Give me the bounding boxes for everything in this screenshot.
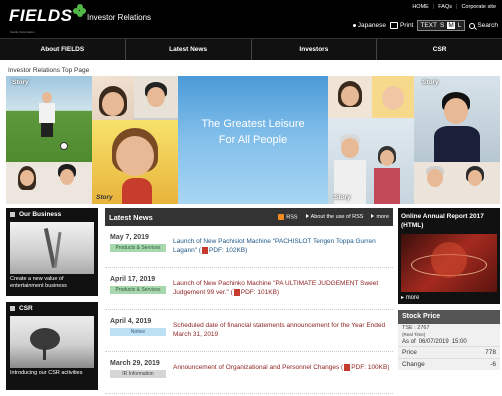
arrow-icon xyxy=(305,213,309,218)
pdf-icon xyxy=(233,288,240,296)
printer-icon xyxy=(390,22,398,29)
site-header: FIELDS Fields Corporation Investor Relat… xyxy=(0,0,502,38)
annual-report-more-link[interactable]: ▸ more xyxy=(401,294,419,301)
hero-photo-elder-couple[interactable] xyxy=(328,118,414,204)
hero-tagline-panel[interactable]: The Greatest Leisure For All People xyxy=(178,76,328,204)
our-business-box[interactable]: Our Business Create a new value of enter… xyxy=(6,208,98,296)
stock-price-panel: Stock Price TSE : 2767 (Real Time) As of… xyxy=(398,310,500,370)
corporate-site-link[interactable]: Corporate site xyxy=(461,4,496,10)
square-bullet-icon xyxy=(10,212,15,217)
news-item: March 29, 2019 IR Information Announceme… xyxy=(105,352,393,394)
hero-photo-seniors[interactable] xyxy=(414,162,500,204)
stock-change-row: Change -6 xyxy=(398,358,500,370)
nav-about-fields[interactable]: About FIELDS xyxy=(0,39,126,60)
news-date: April 17, 2019 xyxy=(110,276,156,283)
home-link[interactable]: HOME xyxy=(412,4,429,10)
latest-news: Latest News RSS About the use of RSS mor… xyxy=(105,208,393,394)
site-name: Investor Relations xyxy=(87,13,152,22)
news-link[interactable]: Announcement of Organizational and Perso… xyxy=(173,363,391,372)
pdf-icon xyxy=(344,363,351,371)
text-size-selector: TEXT S M L xyxy=(417,20,466,31)
hero-photo-girl[interactable] xyxy=(328,76,372,118)
hero-banner[interactable]: Story Story The Greatest Leisure For All… xyxy=(6,76,500,204)
latest-news-title: Latest News xyxy=(109,212,153,222)
stock-change-value: -6 xyxy=(490,361,496,368)
news-more-link[interactable]: more xyxy=(371,213,389,220)
header-tools: Japanese Print TEXT S M L Search xyxy=(352,20,498,31)
hero-photo-couple[interactable] xyxy=(6,162,92,204)
fields-logo[interactable]: FIELDS xyxy=(9,4,86,26)
news-link[interactable]: Launch of New Pachinko Machine "PA ULTIM… xyxy=(173,279,391,297)
news-date: April 4, 2019 xyxy=(110,318,152,325)
bullet-icon xyxy=(352,24,356,27)
hero-photo-baby[interactable] xyxy=(372,76,414,118)
news-link[interactable]: Scheduled date of financial statements a… xyxy=(173,321,391,339)
csr-photo[interactable] xyxy=(10,316,94,368)
news-link[interactable]: Launch of New Pachislot Machine "PACHISL… xyxy=(173,237,391,255)
csr-text[interactable]: Introducing our CSR activities xyxy=(10,370,96,377)
print-button[interactable]: Print xyxy=(390,22,413,29)
text-size-m[interactable]: M xyxy=(447,22,455,29)
annual-report-title: Online Annual Report 2017 (HTML) xyxy=(401,213,484,229)
hero-photo-man[interactable] xyxy=(134,76,178,118)
arrow-icon xyxy=(371,213,375,218)
story-label-4[interactable]: Story xyxy=(334,194,351,201)
annual-report-box[interactable]: Online Annual Report 2017 (HTML) ▸ more xyxy=(398,208,500,304)
main-nav: About FIELDS Latest News Investors CSR xyxy=(0,38,502,60)
logo-tagline: Fields Corporation xyxy=(10,30,35,34)
hero-photo-child[interactable] xyxy=(92,120,178,204)
text-size-l[interactable]: L xyxy=(457,22,463,29)
news-item: April 4, 2019 Notice Scheduled date of f… xyxy=(105,310,393,352)
news-category: Products & Services xyxy=(110,244,166,252)
rss-icon xyxy=(278,213,285,220)
nav-csr[interactable]: CSR xyxy=(377,39,502,60)
news-category: IR Information xyxy=(110,370,166,378)
csr-box[interactable]: CSR Introducing our CSR activities xyxy=(6,302,98,390)
clover-icon xyxy=(73,4,86,17)
news-date: March 29, 2019 xyxy=(110,360,160,367)
story-label-1[interactable]: Story xyxy=(12,79,29,86)
faqs-link[interactable]: FAQs xyxy=(438,4,452,10)
pdf-icon xyxy=(201,246,208,254)
stock-price-row: Price 778 xyxy=(398,346,500,358)
search-icon xyxy=(469,22,476,29)
hero-photo-officer[interactable] xyxy=(414,76,500,162)
stock-price-title: Stock Price xyxy=(398,310,500,324)
news-date: May 7, 2019 xyxy=(110,234,149,241)
breadcrumb: Investor Relations Top Page xyxy=(8,67,90,74)
csr-title: CSR xyxy=(19,305,33,312)
news-item: May 7, 2019 Products & Services Launch o… xyxy=(105,226,393,268)
annual-report-image[interactable] xyxy=(401,234,497,292)
square-bullet-icon xyxy=(10,306,15,311)
right-column: Online Annual Report 2017 (HTML) ▸ more … xyxy=(398,208,500,370)
nav-investors[interactable]: Investors xyxy=(252,39,378,60)
search-button[interactable]: Search xyxy=(469,22,498,29)
about-rss-link[interactable]: About the use of RSS xyxy=(305,213,363,220)
stock-price-value: 778 xyxy=(485,349,496,356)
story-label-2[interactable]: Story xyxy=(96,194,113,201)
stock-time: 15:00 xyxy=(451,339,467,345)
story-label-3[interactable]: Story xyxy=(422,79,439,86)
news-category: Notice xyxy=(110,328,166,336)
stock-code: TSE : 2767 xyxy=(402,325,430,331)
language-link[interactable]: Japanese xyxy=(352,22,386,29)
nav-latest-news[interactable]: Latest News xyxy=(126,39,252,60)
top-links: HOME | FAQs | Corporate site xyxy=(412,4,496,10)
hero-tagline-1: The Greatest Leisure xyxy=(201,118,305,130)
news-item: April 17, 2019 Products & Services Launc… xyxy=(105,268,393,310)
stock-date: 06/07/2019 xyxy=(418,339,449,345)
hero-photo-soccer[interactable] xyxy=(6,76,92,162)
left-column: Our Business Create a new value of enter… xyxy=(6,208,98,396)
news-category: Products & Services xyxy=(110,286,166,294)
text-size-s[interactable]: S xyxy=(439,22,445,29)
rss-link[interactable]: RSS xyxy=(278,213,298,220)
our-business-title: Our Business xyxy=(19,211,62,218)
business-photo[interactable] xyxy=(10,222,94,274)
hero-tagline-2: For All People xyxy=(218,134,288,146)
business-text[interactable]: Create a new value of entertainment busi… xyxy=(10,276,96,290)
